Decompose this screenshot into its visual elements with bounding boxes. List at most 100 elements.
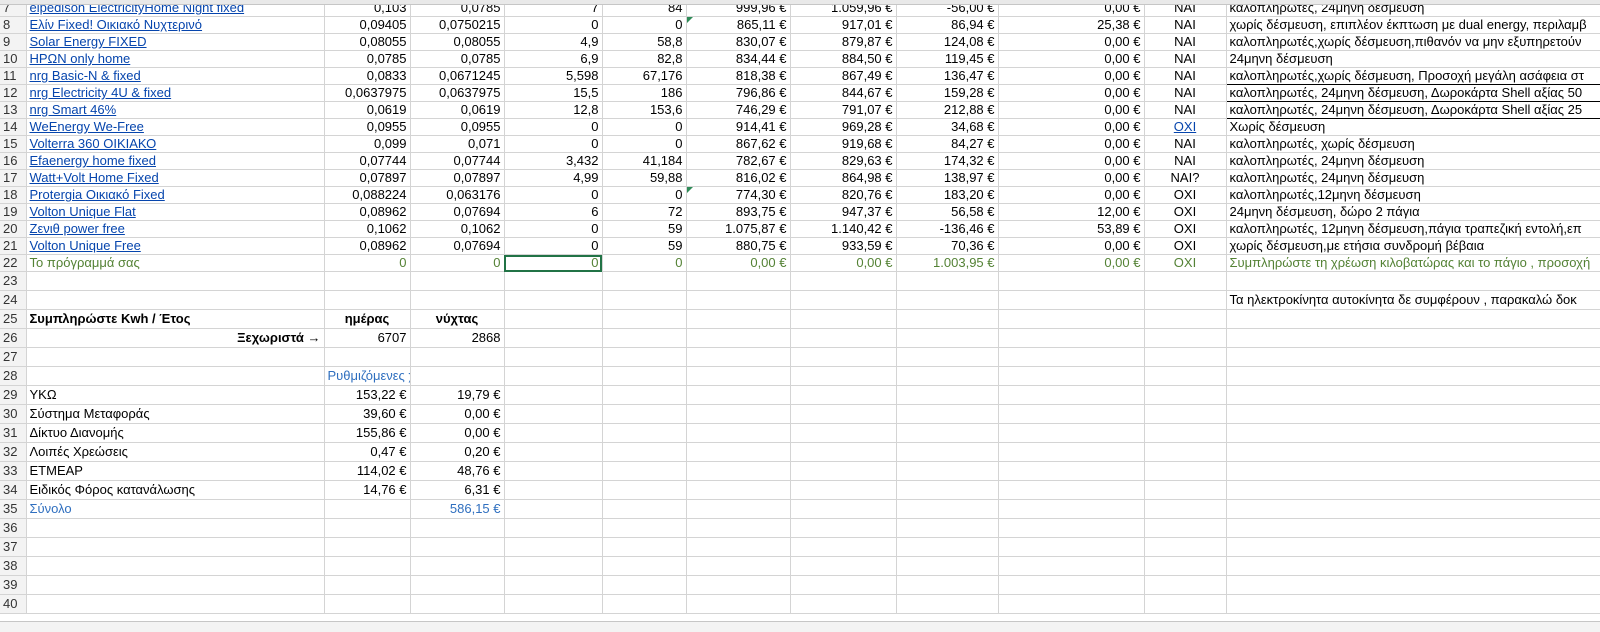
cell[interactable]: [504, 480, 603, 500]
cell[interactable]: [998, 499, 1145, 519]
cell[interactable]: 1.075,87 €: [686, 220, 791, 238]
cell[interactable]: 969,28 €: [790, 118, 897, 136]
row-header[interactable]: 31: [0, 423, 27, 443]
cell[interactable]: [1144, 594, 1227, 614]
cell[interactable]: ΝΑΙ: [1144, 67, 1227, 85]
cell[interactable]: 72: [602, 203, 687, 221]
cell[interactable]: χωρίς δέσμευση, επιπλέον έκπτωση με dual…: [1226, 16, 1600, 34]
cell[interactable]: Λοιπές Χρεώσεις: [26, 442, 325, 462]
cell[interactable]: [410, 290, 505, 310]
cell[interactable]: 53,89 €: [998, 220, 1145, 238]
cell[interactable]: [998, 404, 1145, 424]
cell[interactable]: 114,02 €: [324, 461, 411, 481]
cell[interactable]: [790, 575, 897, 595]
cell[interactable]: [410, 575, 505, 595]
cell[interactable]: [602, 518, 687, 538]
cell[interactable]: 2868: [410, 328, 505, 348]
cell[interactable]: [686, 518, 791, 538]
cell[interactable]: [324, 347, 411, 367]
row-header[interactable]: 26: [0, 328, 27, 348]
row-header[interactable]: 18: [0, 186, 27, 204]
cell[interactable]: [686, 499, 791, 519]
cell[interactable]: [602, 366, 687, 386]
cell[interactable]: [1144, 423, 1227, 443]
cell[interactable]: [504, 499, 603, 519]
cell[interactable]: [896, 461, 999, 481]
cell[interactable]: 0,0955: [410, 118, 505, 136]
provider-link[interactable]: nrg Electricity 4U & fixed: [26, 84, 325, 102]
cell[interactable]: 0,0785: [324, 50, 411, 68]
cell[interactable]: 155,86 €: [324, 423, 411, 443]
cell[interactable]: [686, 423, 791, 443]
cell[interactable]: 24μηνη δέσμευση: [1226, 50, 1600, 68]
cell[interactable]: 19,79 €: [410, 385, 505, 405]
cell[interactable]: ΝΑΙ: [1144, 84, 1227, 102]
cell[interactable]: 12,8: [504, 101, 603, 119]
row-header[interactable]: 33: [0, 461, 27, 481]
cell[interactable]: 186: [602, 84, 687, 102]
cell[interactable]: [1144, 347, 1227, 367]
cell[interactable]: 0,0619: [410, 101, 505, 119]
cell[interactable]: [1144, 442, 1227, 462]
row-header[interactable]: 32: [0, 442, 27, 462]
cell[interactable]: 0,00 €: [410, 404, 505, 424]
cell[interactable]: 816,02 €: [686, 169, 791, 187]
row-header[interactable]: 38: [0, 556, 27, 576]
cell[interactable]: [602, 423, 687, 443]
cell[interactable]: [790, 556, 897, 576]
cell[interactable]: [410, 556, 505, 576]
cell[interactable]: [790, 347, 897, 367]
cell[interactable]: 4,99: [504, 169, 603, 187]
cell[interactable]: ΝΑΙ: [1144, 101, 1227, 119]
cell[interactable]: 153,22 €: [324, 385, 411, 405]
row-header[interactable]: 28: [0, 366, 27, 386]
cell[interactable]: 70,36 €: [896, 237, 999, 255]
cell[interactable]: [998, 461, 1145, 481]
provider-link[interactable]: ΗΡΩΝ only home: [26, 50, 325, 68]
cell[interactable]: 820,76 €: [790, 186, 897, 204]
cell[interactable]: [998, 366, 1145, 386]
cell[interactable]: 893,75 €: [686, 203, 791, 221]
cell[interactable]: 782,67 €: [686, 152, 791, 170]
row-header[interactable]: 24: [0, 290, 27, 310]
cell[interactable]: [26, 366, 325, 386]
cell[interactable]: [896, 423, 999, 443]
row-header[interactable]: 19: [0, 203, 27, 221]
cell[interactable]: 947,37 €: [790, 203, 897, 221]
cell[interactable]: 818,38 €: [686, 67, 791, 85]
cell-grid[interactable]: 7 elpedison ElectricityHome Night fixed 0,…: [0, 0, 1600, 614]
cell[interactable]: [790, 404, 897, 424]
cell[interactable]: [504, 385, 603, 405]
cell[interactable]: 84,27 €: [896, 135, 999, 153]
cell[interactable]: [324, 537, 411, 557]
cell[interactable]: [896, 366, 999, 386]
cell[interactable]: 0,08962: [324, 203, 411, 221]
cell[interactable]: 830,07 €: [686, 33, 791, 51]
cell[interactable]: 1.140,42 €: [790, 220, 897, 238]
cell[interactable]: 0: [504, 186, 603, 204]
cell[interactable]: [1226, 594, 1600, 614]
cell[interactable]: [896, 518, 999, 538]
cell[interactable]: [504, 575, 603, 595]
cell[interactable]: [686, 271, 791, 291]
cell[interactable]: [504, 271, 603, 291]
cell[interactable]: [1226, 575, 1600, 595]
cell[interactable]: Σύνολο: [26, 499, 325, 519]
cell[interactable]: 0,1062: [324, 220, 411, 238]
row-header[interactable]: 20: [0, 220, 27, 238]
cell[interactable]: 884,50 €: [790, 50, 897, 68]
cell[interactable]: 4,9: [504, 33, 603, 51]
cell[interactable]: [504, 328, 603, 348]
cell[interactable]: [998, 385, 1145, 405]
cell[interactable]: 0: [602, 254, 687, 272]
cell[interactable]: [26, 518, 325, 538]
cell[interactable]: [26, 575, 325, 595]
cell[interactable]: [790, 499, 897, 519]
cell[interactable]: [790, 271, 897, 291]
cell[interactable]: [602, 442, 687, 462]
cell[interactable]: 0,09405: [324, 16, 411, 34]
cell[interactable]: 919,68 €: [790, 135, 897, 153]
cell[interactable]: [686, 404, 791, 424]
cell[interactable]: [686, 480, 791, 500]
cell[interactable]: [1144, 271, 1227, 291]
